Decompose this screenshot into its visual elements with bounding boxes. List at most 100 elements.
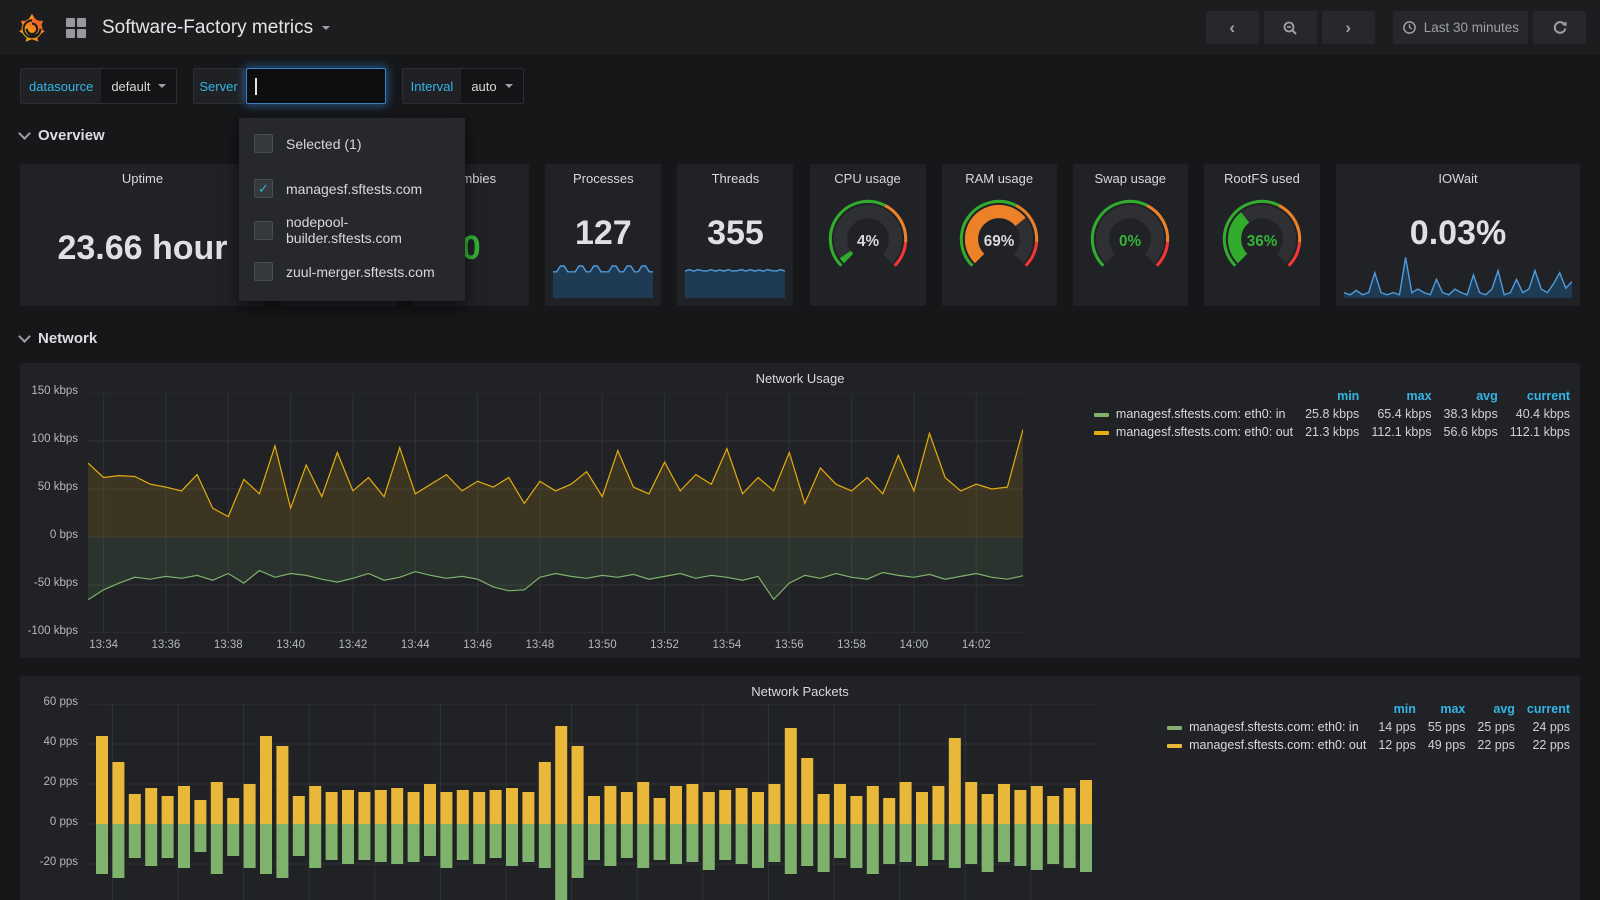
legend-header[interactable]: current	[1498, 387, 1570, 405]
legend-swatch	[1167, 744, 1182, 748]
legend-value: 14 pps	[1366, 718, 1416, 736]
sparkline	[1344, 252, 1572, 298]
panel-title[interactable]: IOWait	[1336, 164, 1580, 191]
sparkline	[685, 260, 785, 298]
svg-text:0%: 0%	[1119, 233, 1141, 250]
legend-value: 49 pps	[1416, 736, 1466, 754]
dropdown-option-managesf[interactable]: ✓ managesf.sftests.com	[239, 171, 465, 206]
server-dropdown-menu: Selected (1) ✓ managesf.sftests.com node…	[239, 118, 465, 301]
refresh-button[interactable]	[1533, 11, 1586, 44]
legend-header[interactable]: current	[1515, 700, 1570, 718]
x-axis-label: 13:34	[84, 639, 124, 651]
text-cursor	[255, 78, 257, 95]
panel-title[interactable]: Uptime	[20, 164, 265, 191]
sparkline	[553, 260, 653, 298]
x-axis-label: 13:54	[707, 639, 747, 651]
panel-title[interactable]: Threads	[677, 164, 793, 191]
x-axis-label: 13:42	[333, 639, 373, 651]
swap-gauge: 0%	[1074, 191, 1186, 279]
section-network[interactable]: Network	[0, 320, 1600, 357]
y-axis-label: 100 kbps	[20, 433, 78, 445]
legend-value: 112.1 kbps	[1498, 423, 1570, 441]
panel-title[interactable]: RAM usage	[942, 164, 1057, 191]
chart-legend: minmaxavgcurrentmanagesf.sftests.com: et…	[1155, 700, 1570, 754]
legend-header[interactable]: max	[1359, 387, 1431, 405]
panel-title[interactable]: RootFS used	[1204, 164, 1320, 191]
x-axis-label: 13:46	[458, 639, 498, 651]
zoom-out-icon	[1282, 20, 1298, 36]
checkbox-checked-icon[interactable]: ✓	[254, 179, 273, 198]
y-axis-label: -50 kbps	[20, 577, 78, 589]
legend-value: 112.1 kbps	[1359, 423, 1431, 441]
svg-text:69%: 69%	[984, 233, 1015, 250]
legend-series-name[interactable]: managesf.sftests.com: eth0: in	[1082, 405, 1293, 423]
panel-title[interactable]: Swap usage	[1073, 164, 1188, 191]
grafana-logo-icon[interactable]	[16, 12, 48, 44]
legend-value: 65.4 kbps	[1359, 405, 1431, 423]
clock-icon	[1402, 20, 1417, 35]
network-usage-chart: 150 kbps100 kbps50 kbps0 bps-50 kbps-100…	[20, 363, 1580, 658]
y-axis-label: -100 kbps	[20, 625, 78, 637]
server-filter-input[interactable]	[246, 68, 386, 104]
chevron-down-icon	[18, 330, 31, 343]
legend-header[interactable]: min	[1293, 387, 1359, 405]
chevron-down-icon	[505, 84, 513, 88]
legend-row: managesf.sftests.com: eth0: in14 pps55 p…	[1155, 718, 1570, 736]
dropdown-option-nodepool-builder[interactable]: nodepool-builder.sftests.com	[239, 206, 465, 254]
x-axis-label: 14:02	[956, 639, 996, 651]
legend-value: 24 pps	[1515, 718, 1570, 736]
legend-series-name[interactable]: managesf.sftests.com: eth0: in	[1155, 718, 1366, 736]
time-back-button[interactable]: ‹	[1206, 11, 1259, 44]
panel-network-packets: Network Packets 60 pps40 pps20 pps0 pps-…	[20, 676, 1580, 900]
legend-series-name[interactable]: managesf.sftests.com: eth0: out	[1155, 736, 1366, 754]
x-axis-label: 14:00	[894, 639, 934, 651]
checkbox-icon[interactable]	[254, 262, 273, 281]
checkbox-icon[interactable]	[254, 221, 273, 240]
legend-row: managesf.sftests.com: eth0: out12 pps49 …	[1155, 736, 1570, 754]
legend-series-name[interactable]: managesf.sftests.com: eth0: out	[1082, 423, 1293, 441]
panel-cpu-usage: CPU usage 4%	[810, 164, 926, 306]
variable-interval-value[interactable]: auto	[461, 69, 522, 103]
panel-uptime: Uptime 23.66 hour	[20, 164, 265, 306]
navbar-controls: ‹ › Last 30 minutes	[1206, 11, 1586, 44]
panel-title[interactable]: Processes	[545, 164, 661, 191]
dropdown-selected-summary[interactable]: Selected (1)	[239, 126, 465, 161]
x-axis-label: 13:36	[146, 639, 186, 651]
x-axis-label: 13:52	[645, 639, 685, 651]
dashboard-grid-icon[interactable]	[66, 18, 86, 38]
dropdown-option-zuul-merger[interactable]: zuul-merger.sftests.com	[239, 254, 465, 289]
panel-iowait: IOWait 0.03%	[1336, 164, 1580, 306]
legend-value: 56.6 kbps	[1432, 423, 1498, 441]
uptime-value: 23.66 hour	[20, 191, 265, 306]
x-axis-label: 13:58	[832, 639, 872, 651]
legend-header[interactable]: max	[1416, 700, 1466, 718]
x-axis-label: 13:38	[208, 639, 248, 651]
zoom-out-button[interactable]	[1264, 11, 1317, 44]
panel-title[interactable]: CPU usage	[810, 164, 926, 191]
panel-network-usage: Network Usage 150 kbps100 kbps50 kbps0 b…	[20, 363, 1580, 658]
legend-value: 22 pps	[1465, 736, 1515, 754]
y-axis-label: 0 bps	[20, 529, 78, 541]
grafana-dashboard: Software-Factory metrics ‹ › Last 30 min…	[0, 0, 1600, 900]
legend-header[interactable]: avg	[1465, 700, 1515, 718]
variable-datasource: datasource default	[20, 68, 177, 104]
x-axis-label: 13:56	[769, 639, 809, 651]
x-axis-label: 13:48	[520, 639, 560, 651]
dashboard-title[interactable]: Software-Factory metrics	[102, 17, 330, 39]
time-range-button[interactable]: Last 30 minutes	[1393, 11, 1528, 44]
time-forward-button[interactable]: ›	[1322, 11, 1375, 44]
variable-interval-label: Interval	[403, 69, 462, 103]
variable-datasource-label: datasource	[21, 69, 101, 103]
variable-datasource-value[interactable]: default	[101, 69, 176, 103]
y-axis-label: 20 pps	[20, 776, 78, 788]
panel-rootfs-used: RootFS used 36%	[1204, 164, 1320, 306]
legend-row: managesf.sftests.com: eth0: out21.3 kbps…	[1082, 423, 1570, 441]
x-axis-label: 13:44	[395, 639, 435, 651]
legend-header[interactable]: min	[1366, 700, 1416, 718]
y-axis-label: 50 kbps	[20, 481, 78, 493]
checkbox-icon[interactable]	[254, 134, 273, 153]
legend-header[interactable]: avg	[1432, 387, 1498, 405]
legend-value: 12 pps	[1366, 736, 1416, 754]
network-packets-plot	[88, 704, 1098, 900]
chart-legend: minmaxavgcurrent managesf.sftests.com: et…	[1082, 387, 1570, 441]
